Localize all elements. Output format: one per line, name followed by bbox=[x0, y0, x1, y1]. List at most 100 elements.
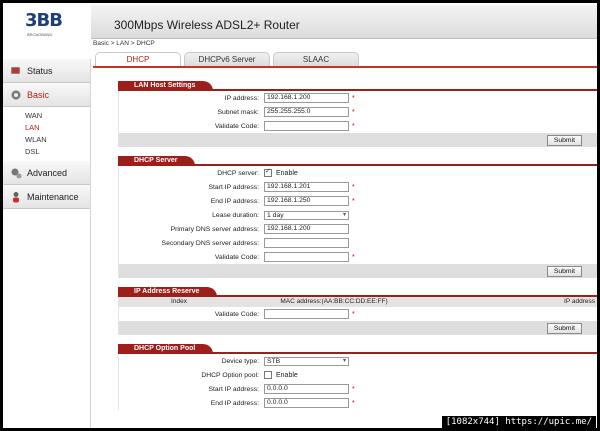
validate-code-row: Validate Code: * bbox=[119, 307, 597, 321]
field-label: Validate Code: bbox=[214, 253, 259, 261]
sidebar-subitem-wlan[interactable]: WLAN bbox=[3, 134, 90, 146]
field-label: DHCP server: bbox=[217, 169, 259, 177]
section-body: DHCP server: Enable Start IP address: 19… bbox=[118, 166, 597, 278]
start-ip-input[interactable]: 192.168.1.201 bbox=[264, 182, 349, 192]
field-label: End IP address: bbox=[210, 399, 259, 407]
tab-underline bbox=[93, 66, 597, 68]
option-pool-enable-row: DHCP Option pool: Enable bbox=[119, 368, 597, 382]
field-label: DHCP Option pool: bbox=[201, 371, 259, 379]
submit-bar: Submit bbox=[119, 264, 597, 278]
end-ip-input[interactable]: 192.168.1.250 bbox=[264, 196, 349, 206]
required-mark: * bbox=[352, 253, 355, 261]
column-header-index: Index bbox=[171, 298, 187, 305]
device-type-row: Device type: STB ▾ bbox=[119, 354, 597, 368]
subnet-mask-input[interactable]: 255.255.255.0 bbox=[264, 107, 349, 117]
sidebar-item-label: Advanced bbox=[27, 167, 68, 178]
section-body: Device type: STB ▾ DHCP Option pool: Enab… bbox=[118, 354, 597, 410]
sidebar-subitem-dsl[interactable]: DSL bbox=[3, 146, 90, 158]
sidebar-item-label: Maintenance bbox=[27, 191, 79, 202]
lease-duration-row: Lease duration: 1 day ▾ bbox=[119, 208, 597, 222]
ip-address-row: IP address: 192.168.1.200 * bbox=[119, 91, 597, 105]
sidebar-item-maintenance[interactable]: Maintenance bbox=[3, 185, 90, 209]
section-header: DHCP Server bbox=[118, 156, 597, 166]
page-title: 300Mbps Wireless ADSL2+ Router bbox=[114, 18, 300, 32]
submit-button[interactable]: Submit bbox=[546, 135, 582, 146]
dhcp-enable-row: DHCP server: Enable bbox=[119, 166, 597, 180]
field-label: Start IP address: bbox=[208, 183, 260, 191]
sidebar-item-basic[interactable]: Basic bbox=[3, 83, 90, 107]
validate-code-input[interactable] bbox=[264, 121, 349, 131]
primary-dns-row: Primary DNS server address: 192.168.1.20… bbox=[119, 222, 597, 236]
gears-icon bbox=[9, 166, 23, 180]
tab-dhcpv6-server[interactable]: DHCPv6 Server bbox=[184, 52, 270, 66]
lease-duration-select[interactable]: 1 day ▾ bbox=[264, 210, 349, 220]
section-title: DHCP Server bbox=[118, 156, 196, 166]
validate-code-row: Validate Code: * bbox=[119, 250, 597, 264]
pool-start-ip-input[interactable]: 0.0.0.0 bbox=[264, 384, 349, 394]
option-pool-enable-checkbox[interactable] bbox=[264, 371, 272, 379]
section-body: IP address: 192.168.1.200 * Subnet mask: … bbox=[118, 91, 597, 147]
tab-slaac[interactable]: SLAAC bbox=[273, 52, 359, 66]
ip-reserve-section: IP Address Reserve Index MAC address:(AA… bbox=[118, 287, 597, 335]
section-title: LAN Host Settings bbox=[118, 81, 214, 91]
field-label: Start IP address: bbox=[208, 385, 260, 393]
router-admin-page: 3BB BROADBAND 300Mbps Wireless ADSL2+ Ro… bbox=[3, 3, 597, 428]
required-mark: * bbox=[352, 94, 355, 102]
field-label: Validate Code: bbox=[214, 310, 259, 318]
end-ip-row: End IP address: 192.168.1.250 * bbox=[119, 194, 597, 208]
start-ip-row: Start IP address: 192.168.1.201 * bbox=[119, 180, 597, 194]
tab-dhcp[interactable]: DHCP bbox=[95, 52, 181, 66]
section-title: DHCP Option Pool bbox=[118, 344, 214, 354]
watermark-text: [1082x744] https://upic.me/ bbox=[441, 416, 596, 428]
sidebar-item-advanced[interactable]: Advanced bbox=[3, 161, 90, 185]
required-mark: * bbox=[352, 310, 355, 318]
field-label: Primary DNS server address: bbox=[170, 225, 259, 233]
chevron-down-icon: ▾ bbox=[342, 357, 346, 364]
reserve-table-header: Index MAC address:(AA:BB:CC:DD:EE:FF) IP… bbox=[119, 297, 597, 307]
sidebar: Status Basic WAN LAN WLAN DSL Advanced M… bbox=[3, 59, 91, 428]
validate-code-input[interactable] bbox=[264, 309, 349, 319]
field-label: End IP address: bbox=[210, 197, 259, 205]
field-label: IP address: bbox=[224, 94, 259, 102]
secondary-dns-row: Secondary DNS server address: bbox=[119, 236, 597, 250]
primary-dns-input[interactable]: 192.168.1.200 bbox=[264, 224, 349, 234]
select-value: STB bbox=[267, 357, 281, 365]
required-mark: * bbox=[352, 197, 355, 205]
required-mark: * bbox=[352, 183, 355, 191]
pool-start-ip-row: Start IP address: 0.0.0.0 * bbox=[119, 382, 597, 396]
submit-bar: Submit bbox=[119, 133, 597, 147]
option-pool-section: DHCP Option Pool Device type: STB ▾ DHCP … bbox=[118, 344, 597, 410]
submit-button[interactable]: Submit bbox=[546, 323, 582, 334]
section-header: LAN Host Settings bbox=[118, 81, 597, 91]
lan-host-section: LAN Host Settings IP address: 192.168.1.… bbox=[118, 81, 597, 147]
checkbox-label: Enable bbox=[276, 169, 298, 177]
device-type-select[interactable]: STB ▾ bbox=[264, 356, 349, 366]
gear-icon bbox=[9, 88, 23, 102]
person-icon bbox=[9, 190, 23, 204]
ip-address-input[interactable]: 192.168.1.200 bbox=[264, 93, 349, 103]
section-title: IP Address Reserve bbox=[118, 287, 218, 297]
sidebar-item-label: Basic bbox=[27, 89, 50, 100]
required-mark: * bbox=[352, 108, 355, 116]
field-label: Validate Code: bbox=[214, 122, 259, 130]
sidebar-subitem-wan[interactable]: WAN bbox=[3, 110, 90, 122]
sidebar-subitem-lan[interactable]: LAN bbox=[3, 122, 90, 134]
field-label: Subnet mask: bbox=[217, 108, 259, 116]
sidebar-item-status[interactable]: Status bbox=[3, 59, 90, 83]
required-mark: * bbox=[352, 399, 355, 407]
secondary-dns-input[interactable] bbox=[264, 238, 349, 248]
submit-button[interactable]: Submit bbox=[546, 266, 582, 277]
column-header-ip: IP address bbox=[564, 298, 595, 305]
logo: 3BB BROADBAND bbox=[3, 3, 89, 38]
required-mark: * bbox=[352, 122, 355, 130]
breadcrumb: Basic > LAN > DHCP bbox=[93, 40, 155, 47]
pool-end-ip-input[interactable]: 0.0.0.0 bbox=[264, 398, 349, 408]
dhcp-enable-checkbox[interactable] bbox=[264, 167, 272, 177]
title-bar: 300Mbps Wireless ADSL2+ Router bbox=[91, 5, 597, 39]
logo-text: 3BB bbox=[25, 10, 63, 31]
submit-bar: Submit bbox=[119, 321, 597, 335]
sidebar-item-label: Status bbox=[27, 65, 53, 76]
validate-code-input[interactable] bbox=[264, 252, 349, 262]
section-body: Index MAC address:(AA:BB:CC:DD:EE:FF) IP… bbox=[118, 297, 597, 335]
main-content: LAN Host Settings IP address: 192.168.1.… bbox=[118, 81, 597, 419]
